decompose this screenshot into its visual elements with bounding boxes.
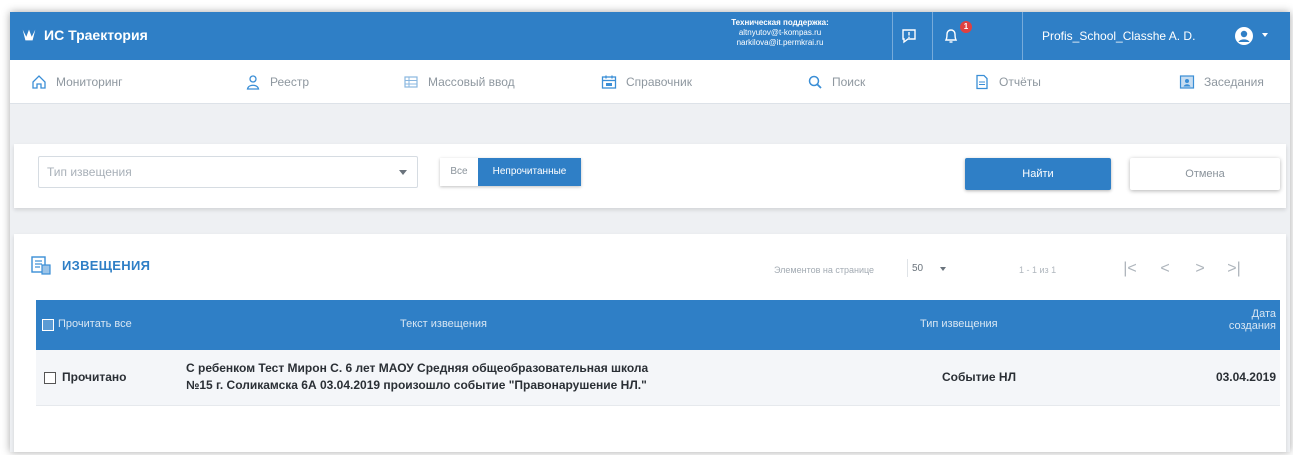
app-title: ИС Траектория [44, 27, 148, 43]
column-text: Текст извещения [400, 318, 487, 330]
user-avatar-icon[interactable] [1234, 26, 1254, 46]
user-menu-caret-icon[interactable] [1262, 33, 1268, 37]
nav-item-meetings[interactable]: Заседания [1178, 60, 1264, 104]
notices-title: ИЗВЕЩЕНИЯ [62, 257, 151, 273]
table-header: Прочитать все Текст извещения Тип извеще… [36, 300, 1280, 350]
notice-type-select[interactable]: Тип извещения [38, 156, 418, 188]
column-type: Тип извещения [920, 318, 998, 330]
column-read-all[interactable]: Прочитать все [58, 318, 132, 330]
search-icon [808, 75, 822, 89]
table-row: Прочитано С ребенком Тест Мирон С. 6 лет… [36, 350, 1280, 406]
document-icon [976, 74, 988, 90]
read-filter-toggle: Все Непрочитанные [440, 158, 581, 186]
notices-panel: ИЗВЕЩЕНИЯ Элементов на странице 50 1 - 1… [14, 234, 1286, 452]
chat-icon[interactable] [900, 27, 918, 45]
column-date-line1: Дата [1251, 308, 1276, 320]
home-icon [32, 75, 46, 89]
find-button[interactable]: Найти [965, 158, 1111, 190]
calendar-book-icon [601, 75, 617, 89]
nav-item-monitoring[interactable]: Мониторинг [30, 60, 123, 104]
notice-type-placeholder: Тип извещения [47, 165, 132, 179]
user-name[interactable]: Profis_School_Classhe A. D. [1042, 29, 1195, 43]
row-checkbox[interactable] [44, 372, 56, 384]
filter-unread-button[interactable]: Непрочитанные [478, 158, 581, 186]
support-email-2[interactable]: narkilova@it.permkrai.ru [700, 38, 860, 48]
header-divider [932, 12, 933, 60]
nav-item-label: Мониторинг [56, 75, 123, 89]
row-type: Событие НЛ [942, 370, 1017, 384]
per-page-select[interactable]: 50 [912, 263, 923, 274]
nav-item-registry[interactable]: Реестр [244, 60, 309, 104]
row-date: 03.04.2019 [1215, 370, 1276, 384]
prev-page-icon[interactable]: < [1155, 260, 1175, 278]
nav-item-label: Справочник [626, 75, 692, 89]
logo-hand-icon [22, 29, 36, 41]
notices-list-icon [31, 256, 51, 275]
nav-item-label: Заседания [1204, 75, 1264, 89]
chevron-down-icon[interactable] [940, 267, 946, 271]
next-page-icon[interactable]: > [1190, 260, 1210, 278]
header-divider [892, 12, 893, 60]
nav-item-label: Отчёты [999, 75, 1041, 89]
per-page-divider [907, 259, 908, 277]
meeting-icon [1179, 75, 1195, 89]
read-all-checkbox[interactable] [42, 319, 54, 331]
app-logo[interactable]: ИС Траектория [20, 26, 148, 44]
support-email-1[interactable]: altnyutov@t-kompas.ru [700, 28, 860, 38]
filter-all-button[interactable]: Все [440, 158, 478, 186]
nav-item-label: Реестр [270, 75, 309, 89]
row-text-line: С ребенком Тест Мирон С. 6 лет МАОУ Сред… [186, 361, 649, 375]
chevron-down-icon [399, 170, 407, 175]
person-icon [246, 75, 260, 90]
nav-item-search[interactable]: Поиск [806, 60, 865, 104]
top-bar: ИС Траектория Техническая поддержка: alt… [10, 12, 1290, 60]
nav-item-label: Массовый ввод [428, 75, 515, 89]
last-page-icon[interactable]: >| [1224, 260, 1244, 278]
first-page-icon[interactable]: |< [1120, 260, 1140, 278]
support-label: Техническая поддержка: [731, 18, 829, 27]
grid-icon [404, 76, 418, 88]
nav-item-reports[interactable]: Отчёты [973, 60, 1041, 104]
notices-header: ИЗВЕЩЕНИЯ [30, 254, 150, 276]
column-date-line2: создания [1228, 320, 1276, 332]
per-page-label: Элементов на странице [774, 265, 875, 275]
nav-item-label: Поиск [832, 75, 866, 89]
main-nav: Мониторинг Реестр Массовый ввод Справочн… [10, 60, 1290, 104]
column-date: Дата создания [1222, 308, 1276, 332]
app-window: ИС Траектория Техническая поддержка: alt… [10, 12, 1290, 452]
notification-count-badge: 1 [960, 21, 972, 33]
support-contacts: Техническая поддержка: altnyutov@t-kompa… [700, 18, 860, 48]
page-range: 1 - 1 из 1 [1019, 265, 1057, 275]
nav-item-reference[interactable]: Справочник [600, 60, 692, 104]
filter-panel: Тип извещения Все Непрочитанные Найти От… [14, 144, 1286, 208]
nav-item-mass-input[interactable]: Массовый ввод [402, 60, 515, 104]
bell-icon[interactable] [942, 27, 960, 45]
header-divider [1022, 12, 1023, 60]
row-status: Прочитано [62, 370, 127, 384]
row-text-line: №15 г. Соликамска 6А 03.04.2019 произошл… [186, 378, 647, 392]
row-text: С ребенком Тест Мирон С. 6 лет МАОУ Сред… [186, 360, 648, 394]
cancel-button[interactable]: Отмена [1130, 158, 1280, 190]
